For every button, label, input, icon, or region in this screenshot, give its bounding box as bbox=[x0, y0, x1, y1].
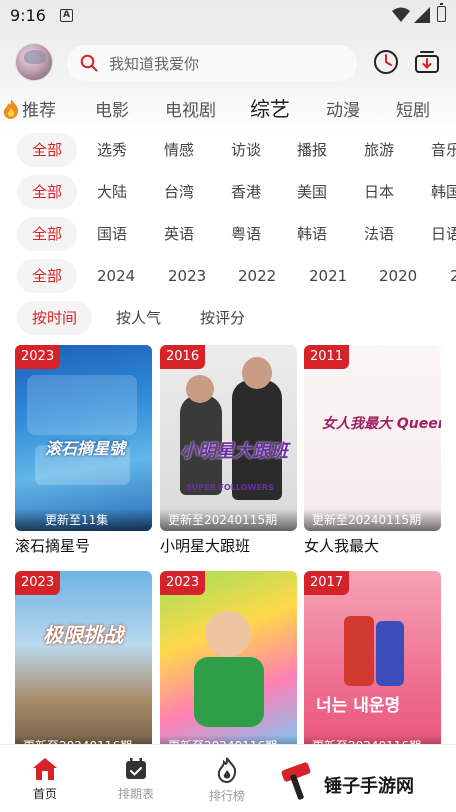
status-bar: 9:16 A bbox=[0, 0, 456, 32]
category-tabs: 推荐 电影 电视剧 综艺 动漫 短剧 bbox=[0, 92, 456, 126]
filter-chip[interactable]: 法语 bbox=[364, 217, 394, 251]
filter-chip[interactable]: 粤语 bbox=[231, 217, 261, 251]
calendar-icon bbox=[126, 758, 146, 779]
tab-recommend[interactable]: 推荐 bbox=[22, 96, 56, 121]
filter-row-year: 全部 2024 2023 2022 2021 2020 2019 bbox=[0, 259, 456, 295]
tab-short-drama[interactable]: 短剧 bbox=[396, 96, 430, 121]
update-status: 更新至11集 bbox=[45, 513, 109, 527]
filter-chip[interactable]: 香港 bbox=[231, 175, 261, 209]
poster-image: 너는 내운명 2017 更新至20240116期 bbox=[304, 571, 441, 757]
card-title: 小明星大跟班 bbox=[160, 537, 251, 555]
poster-title-text: 너는 내운명 bbox=[316, 696, 401, 716]
filter-chip[interactable]: 台湾 bbox=[164, 175, 194, 209]
sort-chip[interactable]: 按评分 bbox=[200, 301, 245, 335]
hammer-logo-icon bbox=[281, 762, 311, 800]
filter-chip[interactable]: 旅游 bbox=[364, 133, 394, 167]
year-badge: 2011 bbox=[304, 345, 350, 369]
sort-chip[interactable]: 按时间 bbox=[17, 301, 93, 335]
avatar[interactable] bbox=[15, 43, 53, 81]
history-icon[interactable] bbox=[372, 48, 400, 76]
year-badge: 2023 bbox=[15, 345, 61, 369]
poster-image: 极限挑战 2023 更新至20240116期 bbox=[15, 571, 152, 757]
poster-subtitle-text: SUPER FOLLOWERS bbox=[186, 483, 274, 492]
filter-chip[interactable]: 韩语 bbox=[297, 217, 327, 251]
filter-chip[interactable]: 访谈 bbox=[231, 133, 261, 167]
poster-title-text: 小明星大跟班 bbox=[180, 441, 288, 462]
filter-chip[interactable]: 2019 bbox=[450, 259, 456, 293]
nav-label: 首页 bbox=[32, 787, 57, 801]
nav-home[interactable]: 首页 bbox=[15, 757, 75, 802]
flame-icon bbox=[217, 757, 237, 783]
filter-chip[interactable]: 全部 bbox=[17, 217, 78, 251]
notification-icon: A bbox=[60, 9, 73, 22]
flame-icon bbox=[3, 99, 19, 119]
home-icon bbox=[33, 758, 57, 780]
tab-movie[interactable]: 电影 bbox=[95, 96, 129, 121]
filter-chip[interactable]: 全部 bbox=[17, 259, 78, 293]
watermark: 锤子手游网 bbox=[276, 762, 456, 802]
signal-icon bbox=[414, 7, 430, 23]
nav-schedule[interactable]: 排期表 bbox=[106, 757, 166, 802]
filter-chip[interactable]: 音乐 bbox=[431, 133, 456, 167]
year-badge: 2023 bbox=[15, 571, 61, 595]
filter-chip[interactable]: 2022 bbox=[238, 259, 276, 293]
poster-image: 滚石摘星號 2023 更新至11集 bbox=[15, 345, 152, 531]
filter-chip[interactable]: 情感 bbox=[164, 133, 194, 167]
battery-icon bbox=[437, 3, 446, 22]
nav-label: 排期表 bbox=[117, 787, 154, 801]
poster-title-text: 滚石摘星號 bbox=[45, 439, 126, 458]
poster-image: 女人我最大 Queen 2011 更新至20240115期 bbox=[304, 345, 441, 531]
status-time: 9:16 bbox=[10, 6, 46, 25]
card-title: 女人我最大 bbox=[304, 537, 380, 555]
filter-chip[interactable]: 2023 bbox=[168, 259, 206, 293]
tab-variety[interactable]: 综艺 bbox=[250, 93, 290, 122]
filter-row-language: 全部 国语 英语 粤语 韩语 法语 日语 bbox=[0, 217, 456, 253]
update-status: 更新至20240115期 bbox=[312, 513, 422, 527]
watermark-text: 锤子手游网 bbox=[324, 776, 414, 797]
filter-chip[interactable]: 选秀 bbox=[97, 133, 127, 167]
filter-chip[interactable]: 全部 bbox=[17, 133, 78, 167]
filter-chip[interactable]: 2024 bbox=[97, 259, 135, 293]
poster-title-text: 极限挑战 bbox=[43, 623, 123, 647]
filter-chip[interactable]: 2020 bbox=[379, 259, 417, 293]
year-badge: 2016 bbox=[160, 345, 206, 369]
filter-chip[interactable]: 美国 bbox=[297, 175, 327, 209]
wifi-icon bbox=[392, 7, 410, 22]
card-title: 滚石摘星号 bbox=[15, 537, 91, 555]
filter-row-sort: 按时间 按人气 按评分 bbox=[0, 301, 456, 337]
update-status: 更新至20240115期 bbox=[168, 513, 278, 527]
download-icon[interactable] bbox=[413, 48, 441, 76]
tab-tv-series[interactable]: 电视剧 bbox=[165, 96, 216, 121]
nav-ranking[interactable]: 排行榜 bbox=[197, 757, 257, 804]
filter-row-type: 全部 选秀 情感 访谈 播报 旅游 音乐 bbox=[0, 133, 456, 169]
filter-row-region: 全部 大陆 台湾 香港 美国 日本 韩国 bbox=[0, 175, 456, 211]
year-badge: 2023 bbox=[160, 571, 206, 595]
tab-anime[interactable]: 动漫 bbox=[326, 96, 360, 121]
poster-title-text: 女人我最大 Queen bbox=[322, 416, 441, 432]
filter-chip[interactable]: 全部 bbox=[17, 175, 78, 209]
search-bar[interactable]: 我知道我爱你 bbox=[67, 45, 357, 81]
sort-chip[interactable]: 按人气 bbox=[116, 301, 161, 335]
nav-label: 排行榜 bbox=[208, 789, 245, 803]
filter-chip[interactable]: 韩国 bbox=[431, 175, 456, 209]
filter-chip[interactable]: 大陆 bbox=[97, 175, 127, 209]
filter-chip[interactable]: 英语 bbox=[164, 217, 194, 251]
search-icon bbox=[80, 54, 98, 72]
search-placeholder: 我知道我爱你 bbox=[109, 55, 200, 73]
filter-chip[interactable]: 2021 bbox=[309, 259, 347, 293]
year-badge: 2017 bbox=[304, 571, 350, 595]
poster-image: 2023 更新至20240116期 bbox=[160, 571, 297, 757]
filter-chip[interactable]: 国语 bbox=[97, 217, 127, 251]
filter-chip[interactable]: 日本 bbox=[364, 175, 394, 209]
poster-image: 小明星大跟班 SUPER FOLLOWERS 2016 更新至20240115期 bbox=[160, 345, 297, 531]
filter-chip[interactable]: 日语 bbox=[431, 217, 456, 251]
filter-chip[interactable]: 播报 bbox=[297, 133, 327, 167]
